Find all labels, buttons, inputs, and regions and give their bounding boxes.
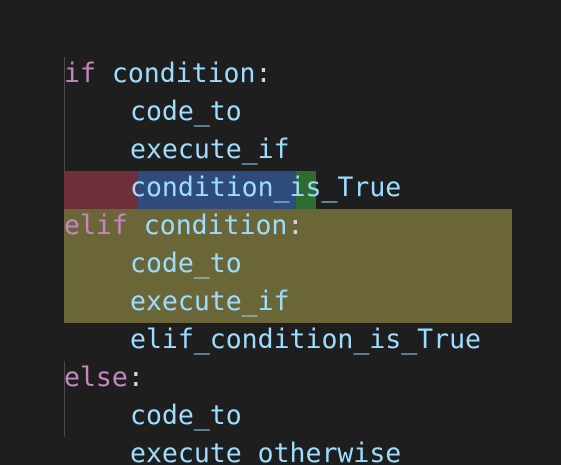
else-body-line-2: execute_otherwise	[130, 438, 402, 465]
code-line-if[interactable]: if condition:	[0, 17, 561, 89]
code-line[interactable]: code_to	[0, 55, 561, 127]
code-line[interactable]: execute_otherwise	[0, 397, 561, 465]
code-line-else[interactable]: else:	[0, 321, 561, 393]
code-line-elif[interactable]: elif condition:	[0, 169, 561, 241]
code-line[interactable]: code_to	[0, 207, 561, 279]
code-editor[interactable]: if condition: code_to execute_if conditi…	[0, 0, 561, 465]
code-line[interactable]: code_to	[0, 359, 561, 431]
code-line[interactable]: execute_if	[0, 245, 561, 317]
code-line[interactable]: elif_condition_is_True	[0, 283, 561, 355]
code-line[interactable]: execute_if	[0, 93, 561, 165]
code-line[interactable]: condition_is_True	[0, 131, 561, 203]
